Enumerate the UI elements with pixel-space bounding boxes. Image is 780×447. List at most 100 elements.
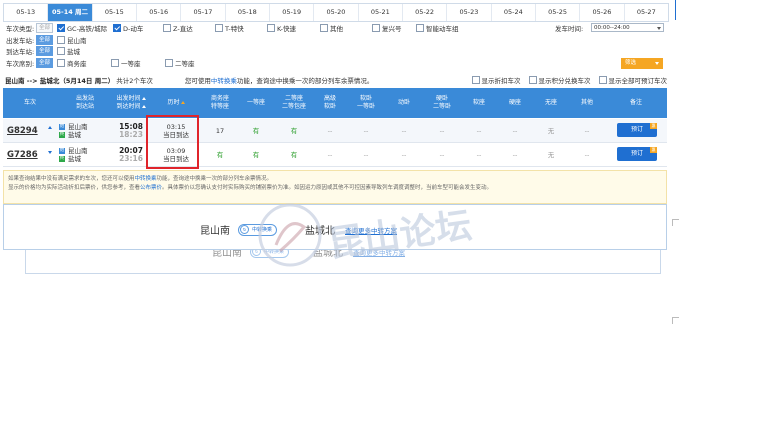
all-types-button[interactable]: 全部 <box>36 23 54 33</box>
more-transfer-link[interactable]: 查询更多中转方案 <box>345 225 397 235</box>
to-label: 到达车站: <box>6 48 35 56</box>
all-to-button[interactable]: 全部 <box>36 46 54 56</box>
expand-down-icon[interactable] <box>48 151 52 154</box>
type-option[interactable]: D-动车 <box>113 23 163 33</box>
show-all-bookable-option[interactable]: 显示全部可预订车次 <box>598 75 667 85</box>
start-station-icon: 始 <box>59 123 65 130</box>
col-emu-sleeper: 动卧 <box>397 99 410 106</box>
date-tab-selected[interactable]: 05-14 周二 <box>48 4 93 21</box>
checkbox-icon[interactable] <box>372 24 381 32</box>
col-train: 车次 <box>23 99 36 106</box>
date-tab[interactable]: 05-26 <box>580 4 625 21</box>
times-cell: 15:08 18:23 <box>113 119 149 142</box>
date-tab[interactable]: 05-15 <box>93 4 137 21</box>
from-label: 出发车站: <box>6 37 35 45</box>
type-option[interactable]: K-快速 <box>267 23 320 33</box>
checkbox-icon[interactable] <box>471 76 480 84</box>
train-number-cell[interactable]: G7286 <box>7 143 57 166</box>
date-tab[interactable]: 05-18 <box>226 4 270 21</box>
col-no-seat: 无座 <box>544 99 557 106</box>
chevron-down-icon <box>657 27 661 30</box>
first-class-seat[interactable]: 有 <box>237 119 275 142</box>
show-discount-option[interactable]: 显示折扣车次 <box>471 75 521 85</box>
date-tab[interactable]: 05-16 <box>137 4 182 21</box>
book-button[interactable]: 预订惠 <box>617 123 657 137</box>
col-stations[interactable]: 出发站 到达站 <box>57 88 113 118</box>
checkbox-icon[interactable] <box>57 47 66 55</box>
date-tab[interactable]: 05-21 <box>359 4 403 21</box>
type-option[interactable]: GC-高铁/城际 <box>57 23 113 33</box>
from-option[interactable]: 昆山南 <box>57 35 87 45</box>
sort-asc-icon <box>180 101 185 104</box>
emu-sleeper-seat: -- <box>401 150 407 159</box>
date-tab[interactable]: 05-17 <box>181 4 226 21</box>
checkbox-icon[interactable] <box>57 36 66 44</box>
train-type-filter: 车次类型: 全部 GC-高铁/城际 D-动车 Z-直达 T-特快 K-快速 其他… <box>6 23 466 33</box>
transfer-to: 盐城北 <box>305 226 336 237</box>
checkbox-icon[interactable] <box>267 24 276 32</box>
checkbox-icon[interactable] <box>215 24 224 32</box>
corner-mark <box>672 219 679 226</box>
type-option[interactable]: 智能动车组 <box>416 23 466 33</box>
business-seat[interactable]: 有 <box>203 143 237 166</box>
notice-transfer-link[interactable]: 中转换乘 <box>135 176 157 182</box>
transfer-panel: 昆山南 ↻ 中转换乘 盐城北 查询更多中转方案 <box>3 204 667 250</box>
type-option[interactable]: T-特快 <box>215 23 267 33</box>
show-points-option[interactable]: 显示积分兑换车次 <box>528 75 591 85</box>
checkbox-icon[interactable] <box>163 24 172 32</box>
stations-cell: 始昆山南 终盐城 <box>59 143 113 166</box>
date-tab[interactable]: 05-13 <box>4 4 49 21</box>
checkbox-icon[interactable] <box>57 24 66 32</box>
seat-option[interactable]: 商务座 <box>57 58 111 68</box>
book-button[interactable]: 预订惠 <box>617 147 657 161</box>
checkbox-icon[interactable] <box>416 24 425 32</box>
other-seat: -- <box>584 150 590 159</box>
transfer-badge[interactable]: ↻ 中转换乘 <box>238 223 278 236</box>
notice-box: 如果查询结果中没有满足需求的车次，您还可以使用中转换乘功能，查询途中换乘一次的部… <box>3 170 667 204</box>
date-tab[interactable]: 05-24 <box>492 4 536 21</box>
train-number-cell[interactable]: G8294 <box>7 119 57 142</box>
expand-up-icon[interactable] <box>48 126 52 129</box>
all-from-button[interactable]: 全部 <box>36 35 54 45</box>
chevron-down-icon <box>655 62 659 65</box>
date-tab[interactable]: 05-27 <box>625 4 668 21</box>
filter-button[interactable]: 筛选 <box>621 58 663 69</box>
type-option[interactable]: Z-直达 <box>163 23 215 33</box>
checkbox-icon[interactable] <box>57 59 66 67</box>
col-business: 商务座 特等座 <box>210 95 229 110</box>
col-hard-seat: 硬座 <box>508 99 521 106</box>
type-option[interactable]: 其他 <box>320 23 372 33</box>
public-fare-link[interactable]: 公布票价 <box>140 185 162 191</box>
col-times[interactable]: 出发时间 到达时间 <box>113 88 149 118</box>
transfer-link[interactable]: 中转换乘 <box>211 77 237 85</box>
date-tab[interactable]: 05-25 <box>536 4 581 21</box>
checkbox-icon[interactable] <box>598 76 607 84</box>
checkbox-icon[interactable] <box>165 59 174 67</box>
depart-time-select[interactable]: 00:00--24:00 <box>591 23 664 32</box>
checkbox-icon[interactable] <box>113 24 122 32</box>
date-tab[interactable]: 05-20 <box>314 4 359 21</box>
first-class-seat[interactable]: 有 <box>237 143 275 166</box>
checkbox-icon[interactable] <box>320 24 329 32</box>
second-class-seat[interactable]: 有 <box>275 119 313 142</box>
all-seats-button[interactable]: 全部 <box>36 58 54 68</box>
start-station-icon: 始 <box>59 147 65 154</box>
second-class-seat[interactable]: 有 <box>275 143 313 166</box>
scroll-indicator <box>675 0 676 20</box>
checkbox-icon[interactable] <box>111 59 120 67</box>
seat-option[interactable]: 二等座 <box>165 58 195 68</box>
date-tab[interactable]: 05-23 <box>447 4 492 21</box>
to-option[interactable]: 盐城 <box>57 46 80 56</box>
soft-sleeper-seat: -- <box>363 150 369 159</box>
premium-soft-seat: -- <box>327 126 333 135</box>
checkbox-icon[interactable] <box>528 76 537 84</box>
type-option[interactable]: 复兴号 <box>372 23 416 33</box>
col-hard-sleeper: 硬卧 二等卧 <box>432 95 451 110</box>
soft-sleeper-seat: -- <box>363 126 369 135</box>
seat-option[interactable]: 一等座 <box>111 58 165 68</box>
tag-icon: 惠 <box>650 123 657 129</box>
col-duration[interactable]: 历时 <box>149 88 203 118</box>
business-seat[interactable]: 17 <box>203 119 237 142</box>
date-tab[interactable]: 05-19 <box>270 4 315 21</box>
date-tab[interactable]: 05-22 <box>403 4 448 21</box>
